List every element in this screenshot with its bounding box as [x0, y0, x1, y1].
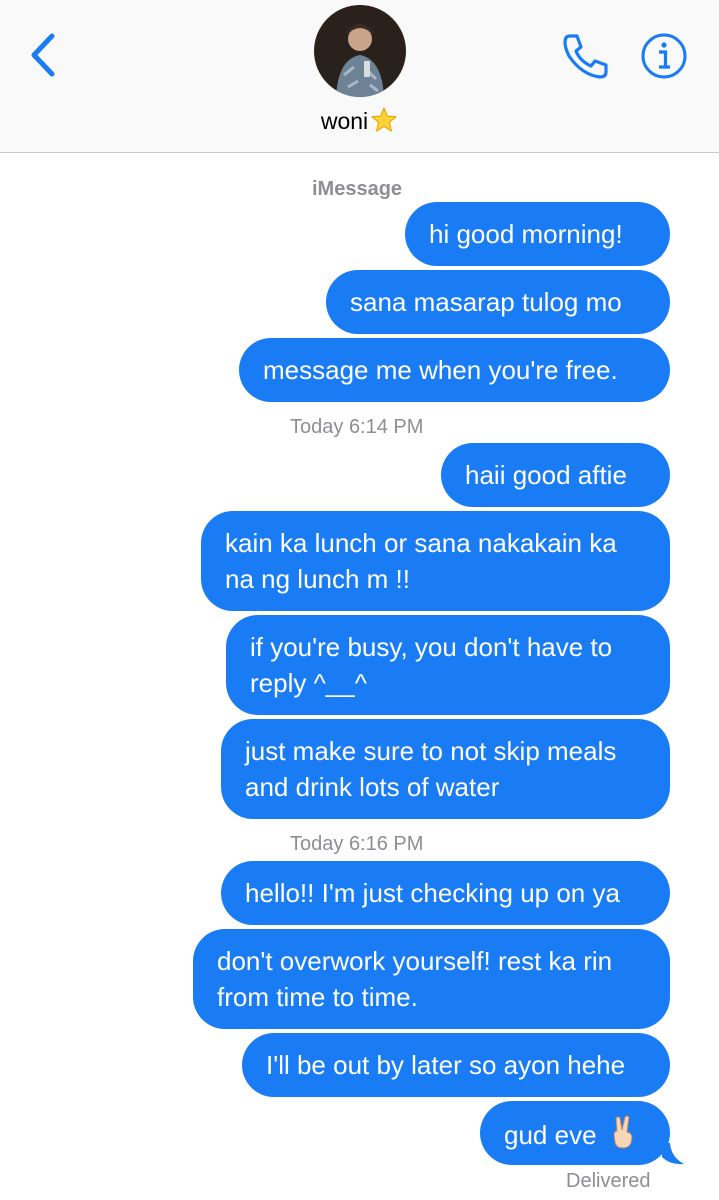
- info-icon: [641, 33, 687, 79]
- conversation-header: woni: [0, 0, 719, 153]
- contact-avatar[interactable]: [314, 5, 406, 97]
- message-bubble[interactable]: kain ka lunch or sana nakakain ka na ng …: [201, 511, 670, 611]
- timestamp: Today 6:16 PM: [290, 833, 424, 855]
- message-bubble[interactable]: hi good morning!: [405, 202, 670, 266]
- info-button[interactable]: [638, 30, 690, 82]
- message-bubble[interactable]: gud eve: [480, 1101, 670, 1165]
- message-line: if you're busy, you don't have to: [250, 632, 613, 662]
- message-line: from time to time.: [217, 982, 418, 1012]
- timestamp: Today 6:14 PM: [290, 416, 424, 438]
- message-line: don't overwork yourself! rest ka rin: [217, 946, 613, 976]
- delivery-status: Delivered: [566, 1170, 651, 1192]
- bubble-tail: [662, 1143, 684, 1165]
- message-bubble[interactable]: message me when you're free.: [239, 338, 670, 402]
- star-emoji: [371, 107, 397, 132]
- message-line: na ng lunch m !!: [225, 564, 410, 594]
- message-line: kain ka lunch or sana nakakain ka: [225, 528, 617, 558]
- message-bubble[interactable]: sana masarap tulog mo: [326, 270, 670, 334]
- message-bubble[interactable]: haii good aftie: [441, 443, 670, 507]
- service-label: iMessage: [312, 178, 403, 200]
- contact-name-text: woni: [320, 108, 369, 134]
- back-button[interactable]: [24, 28, 64, 84]
- message-bubble[interactable]: hello!! I'm just checking up on ya: [221, 861, 670, 925]
- message-bubble[interactable]: just make sure to not skip meals and dri…: [221, 719, 670, 819]
- message-line: and drink lots of water: [245, 772, 500, 802]
- contact-name[interactable]: woni: [0, 106, 719, 135]
- victory-hand-emoji: [613, 1115, 633, 1149]
- call-button[interactable]: [560, 30, 612, 82]
- chevron-left-icon: [31, 33, 55, 77]
- message-bubble[interactable]: don't overwork yourself! rest ka rin fro…: [193, 929, 670, 1029]
- message-bubble[interactable]: if you're busy, you don't have to reply …: [226, 615, 670, 715]
- message-text: gud eve: [504, 1120, 597, 1150]
- message-line: just make sure to not skip meals: [245, 736, 617, 766]
- phone-icon: [563, 34, 608, 79]
- message-line: reply ^__^: [250, 668, 367, 698]
- message-bubble[interactable]: I'll be out by later so ayon hehe: [242, 1033, 670, 1097]
